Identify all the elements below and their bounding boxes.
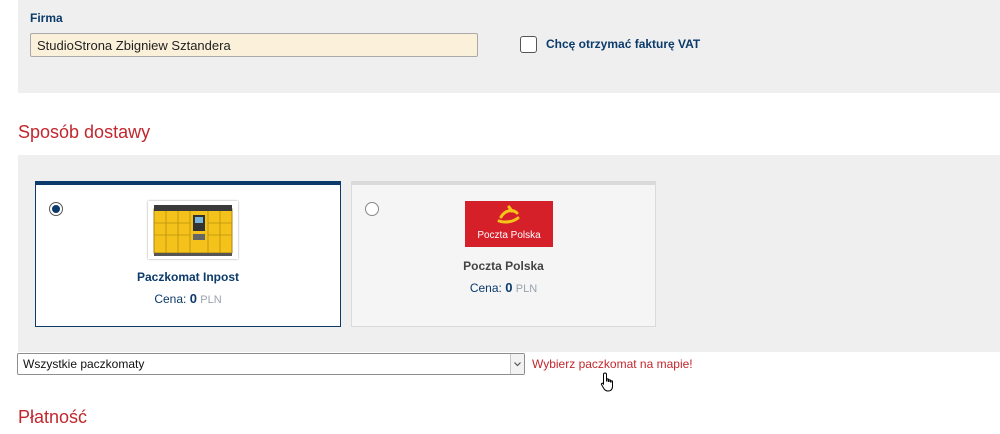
- locker-select[interactable]: Wszystkie paczkomaty: [17, 353, 525, 375]
- inpost-option-name: Paczkomat Inpost: [136, 270, 240, 284]
- company-field-label: Firma: [30, 11, 63, 25]
- poczta-polska-price-label: Cena:: [469, 281, 502, 295]
- poczta-polska-option-name: Poczta Polska: [463, 259, 544, 273]
- delivery-option-inpost[interactable]: Paczkomat Inpost Cena: 0 PLN: [35, 181, 341, 327]
- poczta-polska-radio[interactable]: [365, 202, 379, 216]
- delivery-option-poczta-polska[interactable]: Poczta Polska Poczta Polska Cena: 0 PLN: [351, 181, 656, 327]
- company-name-input[interactable]: [30, 33, 478, 57]
- inpost-price-label: Cena:: [154, 292, 187, 306]
- inpost-price-value: 0: [189, 291, 197, 306]
- poczta-polska-price-currency: PLN: [515, 283, 538, 295]
- poczta-polska-option-price: Cena: 0 PLN: [352, 280, 655, 295]
- hand-cursor-graphic: [600, 372, 613, 392]
- choose-locker-on-map-link[interactable]: Wybierz paczkomat na mapie!: [532, 357, 693, 371]
- poczta-polska-logo-text: Poczta Polska: [477, 230, 541, 241]
- poczta-polska-logo: Poczta Polska: [465, 201, 553, 247]
- locker-select-value: Wszystkie paczkomaty: [23, 357, 145, 371]
- chevron-down-icon[interactable]: [510, 354, 524, 374]
- inpost-locker-graphic: [153, 205, 233, 256]
- inpost-price-currency: PLN: [200, 294, 222, 306]
- hand-cursor-icon: [600, 372, 616, 399]
- poczta-polska-horn-icon: [497, 205, 520, 224]
- inpost-locker-icon: [148, 201, 238, 259]
- poczta-polska-price-value: 0: [505, 280, 513, 295]
- delivery-section-title: Sposób dostawy: [18, 122, 151, 142]
- inpost-option-price: Cena: 0 PLN: [36, 291, 340, 306]
- vat-invoice-label[interactable]: Chcę otrzymać fakturę VAT: [546, 37, 700, 51]
- chevron-down-graphic: [514, 362, 521, 367]
- vat-invoice-checkbox[interactable]: [520, 36, 537, 53]
- payment-section-title: Płatność: [18, 407, 88, 427]
- inpost-radio[interactable]: [49, 202, 63, 216]
